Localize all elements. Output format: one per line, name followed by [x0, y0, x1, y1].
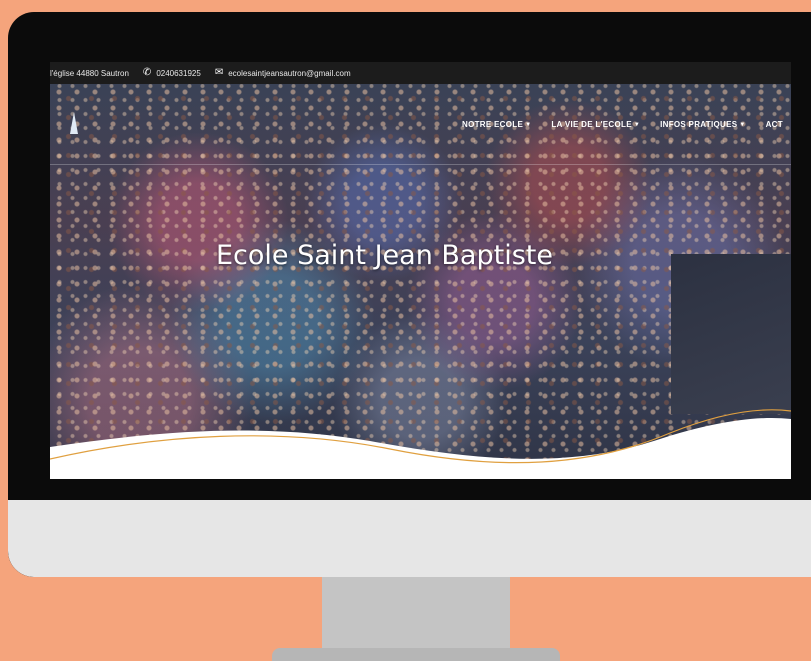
- monitor-frame: l'église 44880 Sautron ✆ 0240631925 ✉ ec…: [8, 12, 811, 577]
- nav-item-notre-ecole[interactable]: NOTRE ECOLE ▼: [462, 120, 531, 129]
- nav-item-label: ACT: [765, 120, 783, 129]
- nav-item-label: INFOS PRATIQUES: [660, 120, 738, 129]
- address-text: l'église 44880 Sautron: [50, 68, 129, 78]
- hero-bottom-wave: [50, 409, 791, 479]
- wave-fill: [50, 417, 791, 479]
- monitor-stand-foot: [272, 648, 560, 661]
- hero-banner: NOTRE ECOLE ▼ LA VIE DE L'ECOLE ▼ INFOS …: [50, 84, 791, 479]
- email-item[interactable]: ✉ ecolesaintjeansautron@gmail.com: [215, 68, 351, 78]
- steeple-icon: [70, 112, 78, 134]
- top-contact-bar: l'église 44880 Sautron ✆ 0240631925 ✉ ec…: [50, 62, 791, 84]
- envelope-icon: ✉: [214, 67, 224, 78]
- nav-item-act[interactable]: ACT: [766, 120, 783, 129]
- school-logo[interactable]: [54, 112, 94, 154]
- chevron-down-icon: ▼: [739, 121, 746, 128]
- nav-item-infos-pratiques[interactable]: INFOS PRATIQUES ▼: [660, 120, 746, 129]
- phone-text: 0240631925: [156, 68, 201, 78]
- chevron-down-icon: ▼: [525, 121, 532, 128]
- phone-icon: ✆: [142, 67, 152, 78]
- nav-item-label: NOTRE ECOLE: [462, 120, 524, 129]
- nav-item-vie-ecole[interactable]: LA VIE DE L'ECOLE ▼: [551, 120, 640, 129]
- header-divider: [50, 164, 791, 165]
- nav-item-label: LA VIE DE L'ECOLE: [551, 120, 632, 129]
- address-item: l'église 44880 Sautron: [50, 69, 129, 78]
- hero-title: Ecole Saint Jean Baptiste: [216, 240, 553, 271]
- email-text: ecolesaintjeansautron@gmail.com: [228, 68, 351, 78]
- monitor-chin: [8, 500, 811, 577]
- website-screen: l'église 44880 Sautron ✆ 0240631925 ✉ ec…: [50, 62, 791, 479]
- chevron-down-icon: ▼: [633, 121, 641, 128]
- main-nav: NOTRE ECOLE ▼ LA VIE DE L'ECOLE ▼ INFOS …: [462, 120, 783, 129]
- phone-item[interactable]: ✆ 0240631925: [143, 68, 201, 78]
